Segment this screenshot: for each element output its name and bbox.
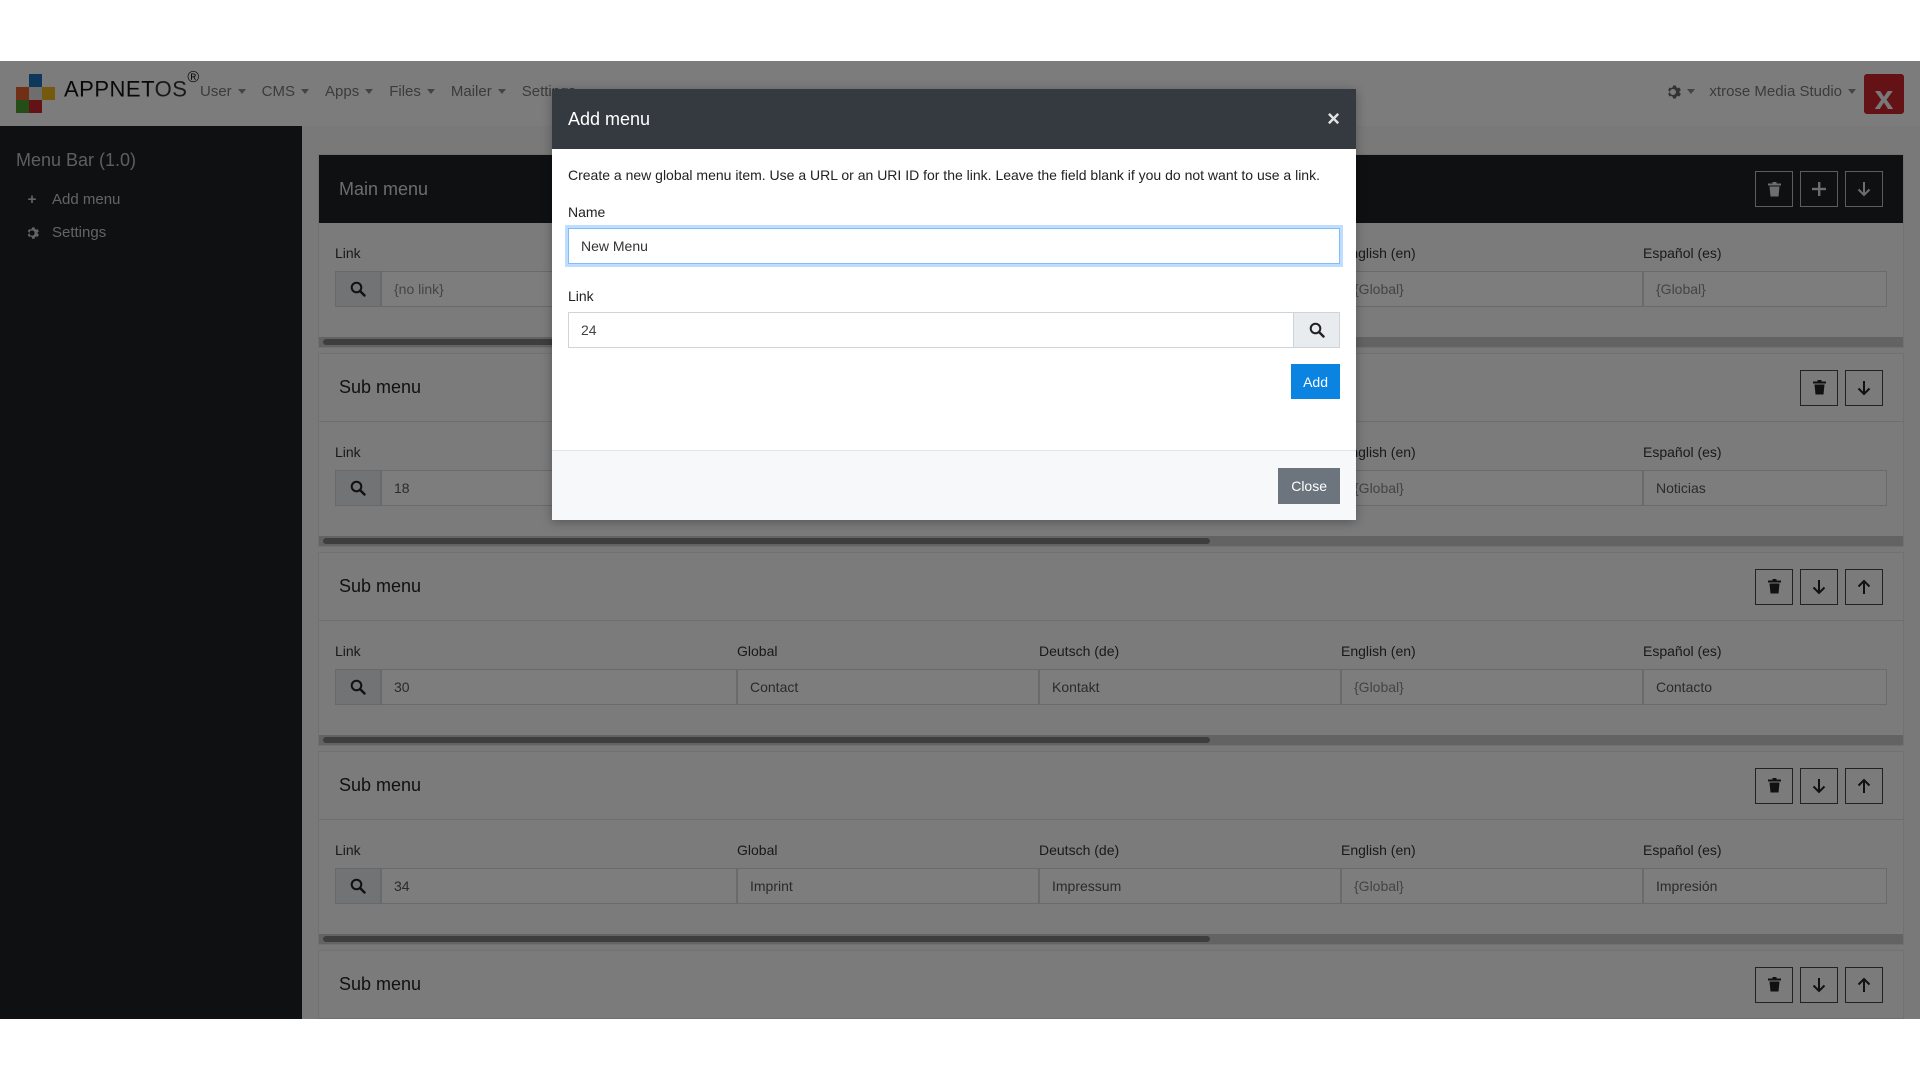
name-label: Name	[568, 204, 606, 220]
name-input[interactable]	[568, 228, 1340, 264]
link-label: Link	[568, 288, 594, 304]
modal-description: Create a new global menu item. Use a URL…	[568, 167, 1320, 183]
search-icon	[1309, 322, 1325, 338]
add-menu-modal: Add menu × Create a new global menu item…	[552, 89, 1356, 520]
modal-title: Add menu	[568, 108, 651, 129]
app-window: APPNETOS® User CMS Apps Files Mailer Set…	[0, 61, 1920, 1019]
modal-header: Add menu ×	[552, 89, 1356, 149]
modal-body: Create a new global menu item. Use a URL…	[552, 149, 1356, 450]
link-input[interactable]	[568, 312, 1294, 348]
add-row: Add	[568, 364, 1340, 399]
link-search-button[interactable]	[1294, 312, 1340, 348]
close-button[interactable]: Close	[1278, 467, 1340, 504]
close-icon[interactable]: ×	[1327, 108, 1340, 130]
modal-footer: Close	[552, 450, 1356, 520]
link-input-group	[568, 312, 1340, 348]
add-button[interactable]: Add	[1291, 364, 1340, 399]
